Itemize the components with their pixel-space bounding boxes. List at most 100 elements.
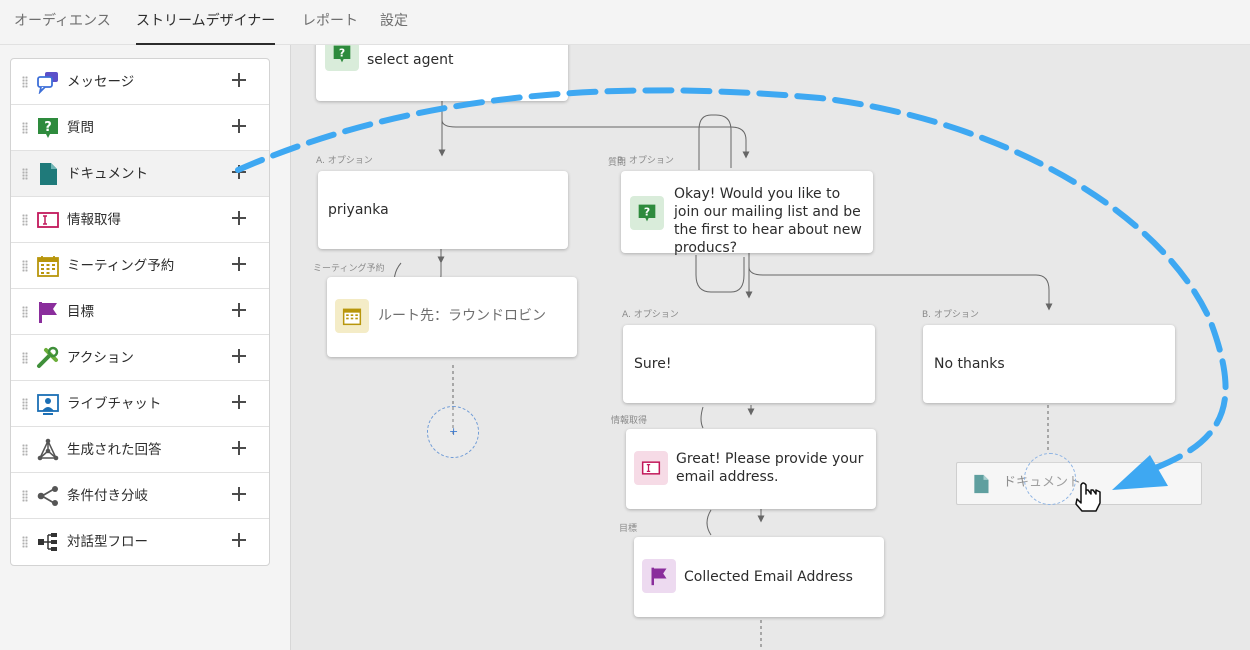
add-icon[interactable] bbox=[231, 210, 247, 226]
sidebar-item-action[interactable]: アクション bbox=[11, 335, 269, 381]
flag-icon bbox=[651, 567, 667, 586]
drag-handle-icon[interactable] bbox=[22, 444, 28, 456]
question-card[interactable]: ? Okay! Would you like to join our maili… bbox=[621, 171, 873, 256]
select-agent-card[interactable]: ? select agent bbox=[316, 45, 568, 101]
option-tag: A. オプション bbox=[316, 156, 373, 166]
add-icon[interactable] bbox=[231, 72, 247, 88]
sidebar-item-meeting[interactable]: ミーティング予約 bbox=[11, 243, 269, 289]
drop-target-circle[interactable] bbox=[1024, 453, 1076, 505]
question-icon: ? bbox=[38, 118, 58, 138]
sidebar-item-label: ミーティング予約 bbox=[67, 258, 175, 274]
meeting-card[interactable]: ルート先：ラウンドロビン bbox=[327, 277, 577, 357]
sidebar-item-label: 情報取得 bbox=[67, 212, 121, 228]
add-icon[interactable] bbox=[231, 440, 247, 456]
chat-bubbles-icon bbox=[37, 72, 58, 94]
sidebar-item-live-chat[interactable]: ライブチャット bbox=[11, 381, 269, 427]
capture-tag: 情報取得 bbox=[611, 416, 648, 426]
add-icon[interactable] bbox=[231, 394, 247, 410]
add-icon[interactable] bbox=[231, 256, 247, 272]
document-drop-preview[interactable]: ドキュメント bbox=[956, 462, 1202, 505]
sidebar-item-message[interactable]: メッセージ bbox=[11, 59, 269, 105]
add-icon: + bbox=[449, 425, 459, 438]
calendar-icon-box bbox=[335, 299, 369, 333]
question-text: Okay! Would you like to join our mailing… bbox=[674, 186, 862, 256]
drag-handle-icon[interactable] bbox=[22, 76, 28, 88]
flag-icon bbox=[39, 302, 57, 323]
option-no-thanks-text: No thanks bbox=[934, 356, 1005, 372]
svg-text:?: ? bbox=[44, 120, 52, 135]
flow-canvas[interactable]: ? select agent A. オプション priyanka ミーティング予… bbox=[290, 45, 1250, 650]
question-icon-box: ? bbox=[630, 196, 664, 230]
drag-handle-icon[interactable] bbox=[22, 306, 28, 318]
add-icon[interactable] bbox=[231, 532, 247, 548]
text-field-icon-box bbox=[634, 451, 668, 485]
option-text: priyanka bbox=[328, 202, 389, 218]
tab-reports[interactable]: レポート bbox=[302, 0, 358, 45]
calendar-icon bbox=[342, 308, 362, 326]
sidebar-item-generated-answer[interactable]: 生成された回答 bbox=[11, 427, 269, 473]
question-icon: ? bbox=[333, 45, 351, 63]
option-sure-text: Sure! bbox=[634, 356, 672, 372]
drag-handle-icon[interactable] bbox=[22, 122, 28, 134]
add-step-button[interactable]: + bbox=[427, 406, 479, 458]
add-icon[interactable] bbox=[231, 164, 247, 180]
select-agent-label: select agent bbox=[367, 52, 454, 68]
meeting-tag: ミーティング予約 bbox=[313, 264, 385, 274]
document-icon bbox=[40, 163, 57, 185]
sidebar-item-question[interactable]: ? 質問 bbox=[11, 105, 269, 151]
question-icon-box: ? bbox=[325, 45, 359, 71]
top-navigation: オーディエンス ストリームデザイナー レポート 設定 bbox=[0, 0, 1250, 45]
drag-handle-icon[interactable] bbox=[22, 490, 28, 502]
sidebar-item-label: ドキュメント bbox=[67, 166, 148, 182]
flow-icon bbox=[38, 533, 57, 551]
drag-handle-icon[interactable] bbox=[22, 168, 28, 180]
live-chat-icon bbox=[37, 394, 59, 415]
sidebar-item-conditional-branch[interactable]: 条件付き分岐 bbox=[11, 473, 269, 519]
capture-card[interactable]: Great! Please provide your email address… bbox=[626, 429, 876, 509]
option-a-tag: A. オプション bbox=[622, 310, 679, 320]
tab-audience[interactable]: オーディエンス bbox=[14, 0, 111, 45]
drag-handle-icon[interactable] bbox=[22, 352, 28, 364]
add-icon[interactable] bbox=[231, 348, 247, 364]
network-icon bbox=[37, 438, 59, 461]
sidebar-item-conversational-flow[interactable]: 対話型フロー bbox=[11, 519, 269, 565]
text-field-icon bbox=[641, 461, 661, 475]
tab-stream-designer[interactable]: ストリームデザイナー bbox=[136, 0, 276, 45]
sidebar-item-label: 目標 bbox=[67, 304, 94, 320]
add-icon[interactable] bbox=[231, 302, 247, 318]
document-icon bbox=[974, 474, 989, 494]
drag-handle-icon[interactable] bbox=[22, 398, 28, 410]
add-icon[interactable] bbox=[231, 486, 247, 502]
sidebar-item-label: 生成された回答 bbox=[67, 442, 162, 458]
drag-handle-icon[interactable] bbox=[22, 214, 28, 226]
goal-text: Collected Email Address bbox=[684, 569, 853, 585]
question-option-tag: B. オプション bbox=[617, 156, 674, 166]
option-no-thanks-card[interactable]: No thanks bbox=[923, 325, 1175, 403]
option-priyanka-card[interactable]: priyanka bbox=[318, 171, 568, 249]
drag-handle-icon[interactable] bbox=[22, 536, 28, 548]
sidebar-item-label: 対話型フロー bbox=[67, 534, 148, 550]
component-panel: メッセージ ? 質問 ドキュメント 情報取得 ミーティング予約 目標 アクション… bbox=[10, 58, 270, 566]
tools-icon bbox=[37, 346, 59, 368]
capture-text: Great! Please provide your email address… bbox=[676, 451, 864, 485]
sidebar-item-label: 条件付き分岐 bbox=[67, 488, 148, 504]
question-icon: ? bbox=[638, 204, 656, 222]
option-sure-card[interactable]: Sure! bbox=[623, 325, 875, 403]
sidebar-item-document[interactable]: ドキュメント bbox=[11, 151, 269, 197]
meeting-route-label: ルート先：ラウンドロビン bbox=[378, 308, 546, 324]
option-b-tag: B. オプション bbox=[922, 310, 979, 320]
sidebar-item-label: ライブチャット bbox=[67, 396, 162, 412]
sidebar-item-label: 質問 bbox=[67, 120, 94, 136]
sidebar-item-goal[interactable]: 目標 bbox=[11, 289, 269, 335]
sidebar-item-label: アクション bbox=[67, 350, 134, 366]
goal-tag: 目標 bbox=[619, 524, 638, 534]
add-icon[interactable] bbox=[231, 118, 247, 134]
tab-settings[interactable]: 設定 bbox=[380, 0, 408, 45]
share-branch-icon bbox=[37, 486, 58, 506]
svg-text:?: ? bbox=[339, 47, 345, 60]
calendar-icon bbox=[37, 256, 59, 277]
sidebar-item-capture[interactable]: 情報取得 bbox=[11, 197, 269, 243]
drag-handle-icon[interactable] bbox=[22, 260, 28, 272]
text-field-icon bbox=[37, 212, 59, 228]
goal-card[interactable]: Collected Email Address bbox=[634, 537, 884, 617]
